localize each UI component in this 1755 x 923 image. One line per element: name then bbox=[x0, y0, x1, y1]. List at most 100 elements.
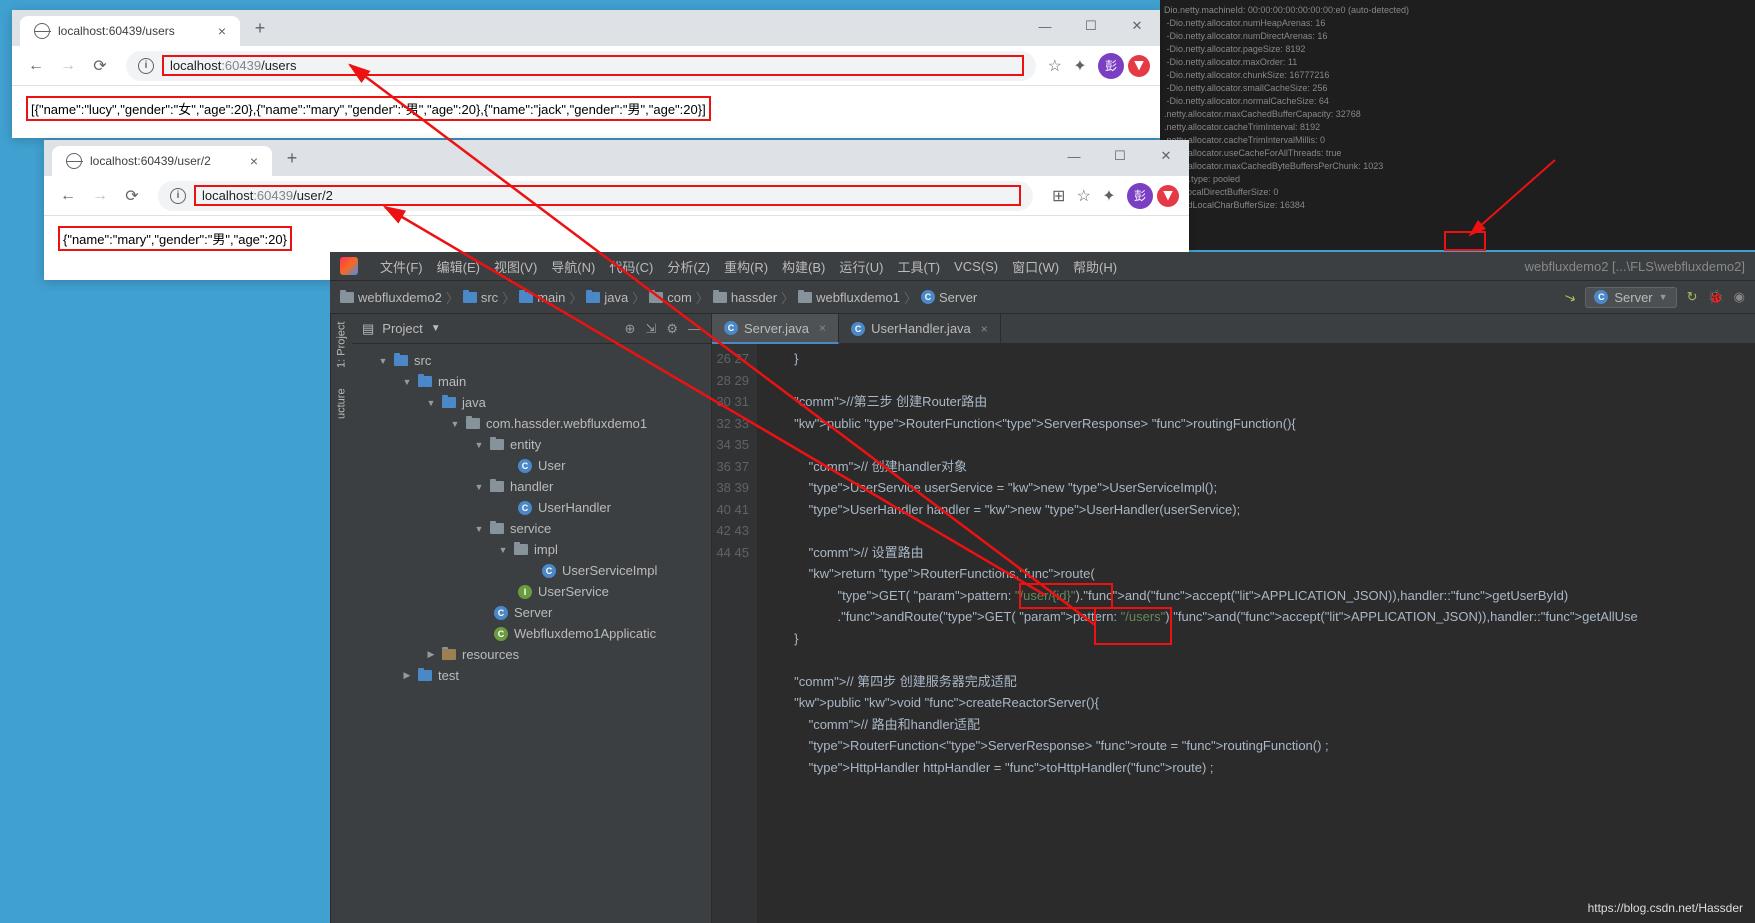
ide-toolbar: webfluxdemo2 〉src 〉main 〉java 〉com 〉hass… bbox=[330, 280, 1755, 314]
close-tab-icon[interactable]: × bbox=[218, 23, 226, 39]
menu-navigate[interactable]: 导航(N) bbox=[551, 257, 595, 276]
menu-window[interactable]: 窗口(W) bbox=[1012, 257, 1059, 276]
rerun-button[interactable]: ↻ bbox=[1687, 289, 1698, 305]
breadcrumb[interactable]: webfluxdemo2 〉src 〉main 〉java 〉com 〉hass… bbox=[340, 288, 977, 307]
code-body[interactable]: } "comm">//第三步 创建Router路由 "kw">public "t… bbox=[758, 344, 1755, 923]
browser-toolbar: ← → ⟳ i localhost:60439/user/2 ⊞ ☆ ✦ 彭 bbox=[44, 176, 1189, 216]
editor-area: CServer.java× CUserHandler.java× 26 27 2… bbox=[712, 314, 1755, 923]
coverage-button[interactable]: ◉ bbox=[1734, 289, 1745, 305]
new-tab-button[interactable]: + bbox=[246, 14, 274, 42]
folder-icon bbox=[798, 292, 812, 303]
ide-window: 文件(F) 编辑(E) 视图(V) 导航(N) 代码(C) 分析(Z) 重构(R… bbox=[330, 252, 1755, 923]
menu-file[interactable]: 文件(F) bbox=[380, 257, 423, 276]
adblock-icon[interactable] bbox=[1128, 55, 1150, 77]
qr-icon[interactable]: ⊞ bbox=[1045, 182, 1073, 210]
chevron-down-icon: ▼ bbox=[1659, 292, 1668, 302]
side-tabs[interactable]: ucture 1: Project bbox=[330, 314, 352, 923]
menu-refactor[interactable]: 重构(R) bbox=[724, 257, 768, 276]
menu-view[interactable]: 视图(V) bbox=[494, 257, 537, 276]
menu-vcs[interactable]: VCS(S) bbox=[954, 259, 998, 274]
menu-tools[interactable]: 工具(T) bbox=[897, 257, 940, 276]
collapse-all-icon[interactable]: ⇲ bbox=[645, 321, 656, 337]
folder-icon bbox=[519, 292, 533, 303]
back-button[interactable]: ← bbox=[54, 182, 82, 210]
close-tab-icon[interactable]: × bbox=[250, 153, 258, 169]
close-button[interactable]: ✕ bbox=[1143, 140, 1189, 172]
ide-title: webfluxdemo2 [...\FLS\webfluxdemo2] bbox=[1525, 259, 1745, 274]
debug-button[interactable]: 🐞 bbox=[1707, 289, 1723, 305]
new-tab-button[interactable]: + bbox=[278, 144, 306, 172]
code-editor[interactable]: 26 27 28 29 30 31 32 33 34 35 36 37 38 3… bbox=[712, 344, 1755, 923]
chevron-down-icon: ▼ bbox=[431, 323, 441, 334]
maximize-button[interactable]: ☐ bbox=[1068, 10, 1114, 42]
project-tab[interactable]: 1: Project bbox=[336, 322, 348, 368]
settings-icon[interactable]: ⚙ bbox=[666, 321, 678, 337]
forward-button[interactable]: → bbox=[54, 52, 82, 80]
profile-avatar[interactable]: 彭 bbox=[1098, 53, 1124, 79]
bookmark-icon[interactable]: ☆ bbox=[1048, 56, 1062, 76]
window-controls: — ☐ ✕ bbox=[1022, 10, 1160, 42]
window-controls: — ☐ ✕ bbox=[1051, 140, 1189, 172]
menu-code[interactable]: 代码(C) bbox=[609, 257, 653, 276]
address-bar[interactable]: i localhost:60439/user/2 bbox=[158, 181, 1033, 211]
extensions-icon[interactable]: ✦ bbox=[1066, 52, 1094, 80]
back-button[interactable]: ← bbox=[22, 52, 50, 80]
console-output: Dio.netty.machineId: 00:00:00:00:00:00:0… bbox=[1160, 0, 1755, 250]
folder-icon bbox=[713, 292, 727, 303]
folder-icon bbox=[586, 292, 600, 303]
reload-button[interactable]: ⟳ bbox=[86, 52, 114, 80]
globe-icon bbox=[66, 153, 82, 169]
close-icon[interactable]: × bbox=[819, 321, 826, 335]
folder-icon bbox=[463, 292, 477, 303]
menu-build[interactable]: 构建(B) bbox=[782, 257, 825, 276]
json-response: [{"name":"lucy","gender":"女","age":20},{… bbox=[26, 96, 711, 121]
browser-tab[interactable]: localhost:60439/users × bbox=[20, 16, 240, 46]
browser-tab[interactable]: localhost:60439/user/2 × bbox=[52, 146, 272, 176]
browser-window-1: — ☐ ✕ localhost:60439/users × + ← → ⟳ i … bbox=[12, 10, 1160, 138]
editor-tab-userhandler[interactable]: CUserHandler.java× bbox=[839, 314, 1001, 344]
tab-title: localhost:60439/user/2 bbox=[90, 154, 211, 168]
browser-toolbar: ← → ⟳ i localhost:60439/users ☆ ✦ 彭 bbox=[12, 46, 1160, 86]
globe-icon bbox=[34, 23, 50, 39]
project-panel: ▤ Project ▼ ⊕ ⇲ ⚙ — ▼src ▼main ▼java ▼co… bbox=[352, 314, 712, 923]
folder-icon bbox=[340, 292, 354, 303]
class-icon: C bbox=[921, 290, 935, 304]
gutter: 26 27 28 29 30 31 32 33 34 35 36 37 38 3… bbox=[712, 344, 758, 923]
editor-tab-server[interactable]: CServer.java× bbox=[712, 314, 839, 344]
json-response: {"name":"mary","gender":"男","age":20} bbox=[58, 226, 292, 251]
menu-analyze[interactable]: 分析(Z) bbox=[667, 257, 710, 276]
browser-tabs: localhost:60439/user/2 × + bbox=[44, 140, 1189, 176]
watermark: https://blog.csdn.net/Hassder bbox=[1588, 901, 1743, 915]
hide-icon[interactable]: — bbox=[688, 321, 701, 337]
select-opened-file-icon[interactable]: ⊕ bbox=[625, 321, 636, 337]
menu-help[interactable]: 帮助(H) bbox=[1073, 257, 1117, 276]
url-text: localhost:60439/users bbox=[162, 55, 1024, 76]
bookmark-icon[interactable]: ☆ bbox=[1077, 186, 1091, 206]
build-button[interactable]: ↘ bbox=[1561, 287, 1578, 307]
minimize-button[interactable]: — bbox=[1051, 140, 1097, 172]
extensions-icon[interactable]: ✦ bbox=[1095, 182, 1123, 210]
maximize-button[interactable]: ☐ bbox=[1097, 140, 1143, 172]
address-bar[interactable]: i localhost:60439/users bbox=[126, 51, 1036, 81]
editor-tabs: CServer.java× CUserHandler.java× bbox=[712, 314, 1755, 344]
close-icon[interactable]: × bbox=[981, 322, 988, 336]
run-config-selector[interactable]: C Server ▼ bbox=[1585, 287, 1676, 308]
toolbar-right: ↘ C Server ▼ ↻ 🐞 ◉ bbox=[1564, 287, 1745, 308]
url-text: localhost:60439/user/2 bbox=[194, 185, 1021, 206]
site-info-icon[interactable]: i bbox=[138, 58, 154, 74]
profile-avatar[interactable]: 彭 bbox=[1127, 183, 1153, 209]
folder-icon bbox=[649, 292, 663, 303]
close-button[interactable]: ✕ bbox=[1114, 10, 1160, 42]
forward-button[interactable]: → bbox=[86, 182, 114, 210]
class-icon: C bbox=[1594, 290, 1608, 304]
reload-button[interactable]: ⟳ bbox=[118, 182, 146, 210]
project-panel-header[interactable]: ▤ Project ▼ ⊕ ⇲ ⚙ — bbox=[352, 314, 711, 344]
structure-tab[interactable]: ucture bbox=[336, 388, 348, 419]
minimize-button[interactable]: — bbox=[1022, 10, 1068, 42]
site-info-icon[interactable]: i bbox=[170, 188, 186, 204]
project-folder-icon: ▤ bbox=[362, 321, 374, 337]
project-tree[interactable]: ▼src ▼main ▼java ▼com.hassder.webfluxdem… bbox=[352, 344, 711, 692]
menu-run[interactable]: 运行(U) bbox=[839, 257, 883, 276]
adblock-icon[interactable] bbox=[1157, 185, 1179, 207]
menu-edit[interactable]: 编辑(E) bbox=[437, 257, 480, 276]
